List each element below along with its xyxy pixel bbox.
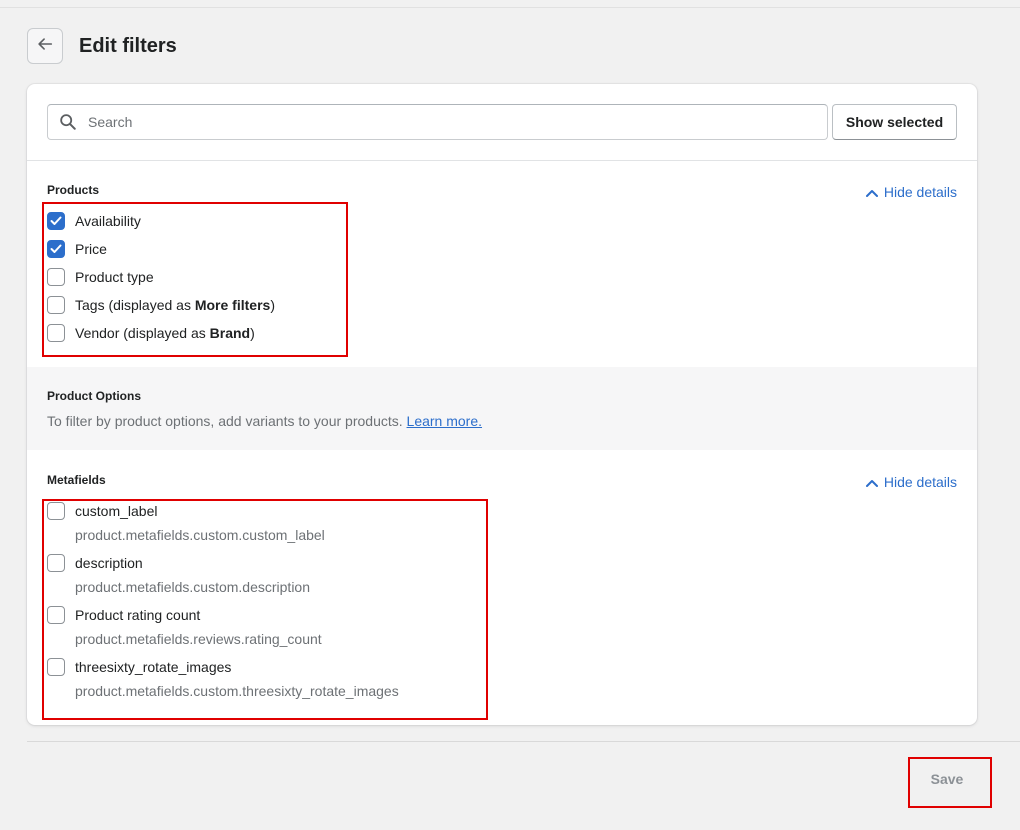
metafield-checkbox-description[interactable]: description <box>47 553 143 573</box>
label-text: Vendor (displayed as <box>75 325 210 341</box>
description-text: To filter by product options, add varian… <box>47 413 403 429</box>
metafield-path: product.metafields.custom.custom_label <box>75 527 325 543</box>
checkbox[interactable] <box>47 324 65 342</box>
checkbox[interactable] <box>47 212 65 230</box>
metafield-path: product.metafields.custom.threesixty_rot… <box>75 683 399 699</box>
label-bold: Brand <box>209 325 251 341</box>
checkbox[interactable] <box>47 606 65 624</box>
checkbox[interactable] <box>47 554 65 572</box>
checkbox-label: Price <box>75 241 107 257</box>
checkbox-label: Product rating count <box>75 607 201 623</box>
metafield-checkbox-threesixty[interactable]: threesixty_rotate_images <box>47 657 231 677</box>
learn-more-link[interactable]: Learn more. <box>407 413 482 429</box>
back-button[interactable] <box>27 28 63 64</box>
page-title: Edit filters <box>79 35 177 57</box>
checkmark-icon <box>50 244 62 253</box>
metafield-path: product.metafields.custom.description <box>75 579 310 595</box>
checkbox-label: Tags (displayed as More filters) <box>75 297 275 313</box>
metafields-section-title: Metafields <box>47 473 106 487</box>
search-field[interactable] <box>47 104 828 140</box>
products-hide-details-link[interactable]: Hide details <box>865 184 957 200</box>
label-bold: More filters <box>194 297 271 313</box>
section-divider <box>27 160 977 161</box>
footer-divider <box>27 741 1020 742</box>
checkmark-icon <box>50 216 62 225</box>
metafields-hide-details-link[interactable]: Hide details <box>865 474 957 490</box>
filter-checkbox-price[interactable]: Price <box>47 239 107 259</box>
label-text: Tags (displayed as <box>75 297 195 313</box>
hide-details-label: Hide details <box>883 184 957 200</box>
checkbox-label: description <box>75 555 143 571</box>
top-divider <box>0 7 1020 8</box>
filter-checkbox-tags[interactable]: Tags (displayed as More filters) <box>47 295 275 315</box>
label-suffix: ) <box>250 325 255 341</box>
checkbox[interactable] <box>47 502 65 520</box>
checkbox[interactable] <box>47 296 65 314</box>
checkbox[interactable] <box>47 268 65 286</box>
checkbox[interactable] <box>47 240 65 258</box>
checkbox[interactable] <box>47 658 65 676</box>
products-section-title: Products <box>47 183 100 197</box>
save-button[interactable]: Save <box>911 761 983 797</box>
chevron-up-icon <box>865 184 878 200</box>
show-selected-button[interactable]: Show selected <box>832 104 957 140</box>
search-input[interactable] <box>88 106 827 138</box>
label-suffix: ) <box>270 297 275 313</box>
checkbox-label: custom_label <box>75 503 158 519</box>
metafield-path: product.metafields.reviews.rating_count <box>75 631 322 647</box>
filters-card: Show selected Products Hide details Avai… <box>27 84 977 725</box>
hide-details-label: Hide details <box>883 474 957 490</box>
chevron-up-icon <box>865 474 878 490</box>
filter-checkbox-availability[interactable]: Availability <box>47 211 141 231</box>
checkbox-label: Product type <box>75 269 154 285</box>
product-options-section: Product Options To filter by product opt… <box>27 367 977 450</box>
filter-checkbox-product-type[interactable]: Product type <box>47 267 154 287</box>
product-options-title: Product Options <box>47 389 141 403</box>
metafield-checkbox-custom-label[interactable]: custom_label <box>47 501 158 521</box>
filter-checkbox-vendor[interactable]: Vendor (displayed as Brand) <box>47 323 255 343</box>
product-options-description: To filter by product options, add varian… <box>47 413 482 429</box>
checkbox-label: threesixty_rotate_images <box>75 659 232 675</box>
search-icon <box>48 105 88 139</box>
metafield-checkbox-rating-count[interactable]: Product rating count <box>47 605 200 625</box>
checkbox-label: Availability <box>75 213 141 229</box>
checkbox-label: Vendor (displayed as Brand) <box>75 325 255 341</box>
arrow-left-icon <box>36 35 54 58</box>
